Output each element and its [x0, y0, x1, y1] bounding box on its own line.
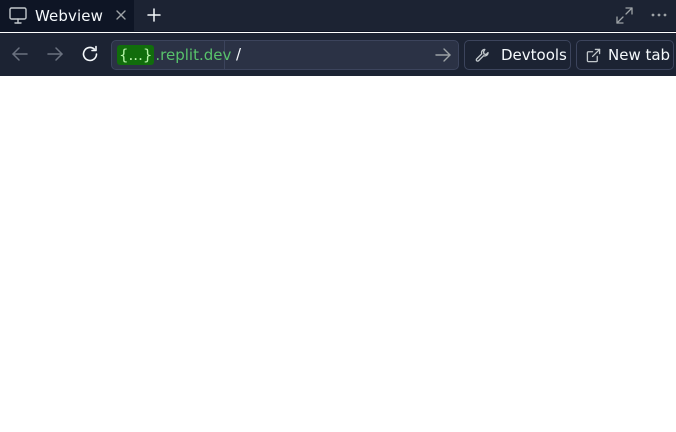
devtools-label: Devtools	[501, 46, 567, 64]
add-tab-icon[interactable]	[147, 8, 161, 22]
url-bar[interactable]: {...} .replit.dev /	[111, 40, 459, 70]
new-tab-button[interactable]: New tab	[576, 40, 674, 70]
tab-bar: Webview	[0, 0, 676, 32]
navigation-bar: {...} .replit.dev / Devtools New tab	[0, 33, 676, 76]
new-tab-label: New tab	[608, 46, 671, 64]
webview-content[interactable]	[0, 76, 676, 432]
devtools-button[interactable]: Devtools	[464, 40, 571, 70]
wrench-icon	[475, 48, 489, 62]
tab-title: Webview	[35, 7, 103, 25]
external-link-icon	[586, 48, 601, 63]
url-host-suffix: .replit.dev	[155, 46, 232, 64]
tab-webview[interactable]: Webview	[0, 0, 134, 32]
expand-icon[interactable]	[616, 7, 633, 24]
url-host: {...} .replit.dev	[112, 41, 231, 69]
back-arrow-icon[interactable]	[11, 45, 29, 63]
url-path-input[interactable]: /	[236, 45, 241, 63]
forward-arrow-icon[interactable]	[46, 45, 64, 63]
close-icon[interactable]	[115, 9, 127, 21]
monitor-icon	[9, 7, 27, 24]
reload-icon[interactable]	[81, 45, 99, 63]
more-options-icon[interactable]	[651, 13, 667, 17]
url-host-token: {...}	[117, 45, 155, 65]
go-arrow-icon[interactable]	[435, 47, 451, 63]
